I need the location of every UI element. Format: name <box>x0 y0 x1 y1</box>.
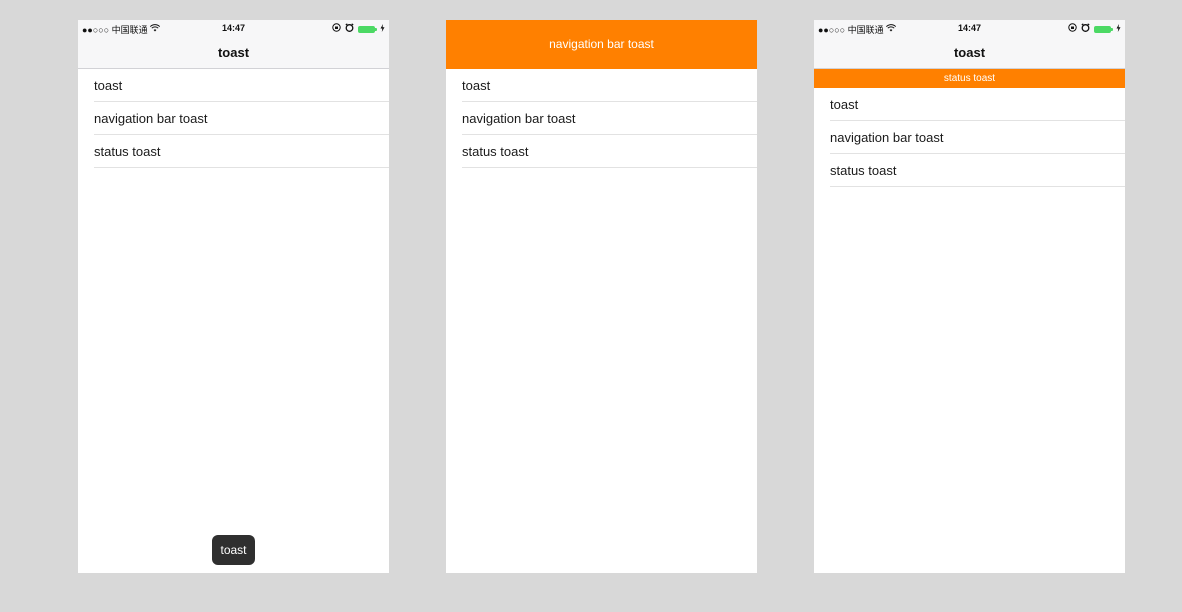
alarm-icon <box>345 23 354 35</box>
list-item-label: status toast <box>462 144 529 159</box>
list-item-status-toast[interactable]: status toast <box>814 154 1125 187</box>
list-item-label: status toast <box>94 144 161 159</box>
orientation-lock-icon <box>332 23 341 35</box>
battery-icon <box>1094 25 1113 33</box>
list-item-status-toast[interactable]: status toast <box>446 135 757 168</box>
list-item-navigation-bar-toast[interactable]: navigation bar toast <box>78 102 389 135</box>
list-item-label: navigation bar toast <box>830 130 944 145</box>
orientation-lock-icon <box>1068 23 1077 35</box>
toast-popup: toast <box>212 535 255 565</box>
phone-screen-navigation-bar-toast: navigation bar toast toast navigation ba… <box>446 20 757 573</box>
charging-icon <box>380 24 385 34</box>
status-indicators <box>332 23 385 35</box>
page-title: toast <box>953 45 986 60</box>
list-item-toast[interactable]: toast <box>446 69 757 102</box>
phone-screen-toast: ●●○○○ 中国联通 14:47 toast toast navigation … <box>78 20 389 573</box>
page-title: toast <box>217 45 250 60</box>
menu-list: toast navigation bar toast status toast <box>78 69 389 168</box>
list-item-navigation-bar-toast[interactable]: navigation bar toast <box>814 121 1125 154</box>
list-item-label: toast <box>94 78 123 93</box>
status-indicators <box>1068 23 1121 35</box>
navigation-bar-toast: navigation bar toast <box>446 20 757 69</box>
list-item-navigation-bar-toast[interactable]: navigation bar toast <box>446 102 757 135</box>
list-item-toast[interactable]: toast <box>814 88 1125 121</box>
list-item-label: toast <box>462 78 491 93</box>
navigation-bar: ●●○○○ 中国联通 14:47 toast <box>814 20 1125 69</box>
list-item-status-toast[interactable]: status toast <box>78 135 389 168</box>
status-bar: ●●○○○ 中国联通 14:47 <box>814 20 1125 38</box>
list-item-label: status toast <box>830 163 897 178</box>
phone-screen-status-toast: ●●○○○ 中国联通 14:47 toast status toast toas… <box>814 20 1125 573</box>
charging-icon <box>1116 24 1121 34</box>
status-bar: ●●○○○ 中国联通 14:47 <box>78 20 389 38</box>
status-toast-banner: status toast <box>814 69 1125 88</box>
battery-icon <box>358 25 377 33</box>
list-item-toast[interactable]: toast <box>78 69 389 102</box>
list-item-label: toast <box>830 97 859 112</box>
navigation-bar: ●●○○○ 中国联通 14:47 toast <box>78 20 389 69</box>
list-item-label: navigation bar toast <box>94 111 208 126</box>
menu-list: toast navigation bar toast status toast <box>446 69 757 168</box>
list-item-label: navigation bar toast <box>462 111 576 126</box>
menu-list: toast navigation bar toast status toast <box>814 88 1125 187</box>
alarm-icon <box>1081 23 1090 35</box>
